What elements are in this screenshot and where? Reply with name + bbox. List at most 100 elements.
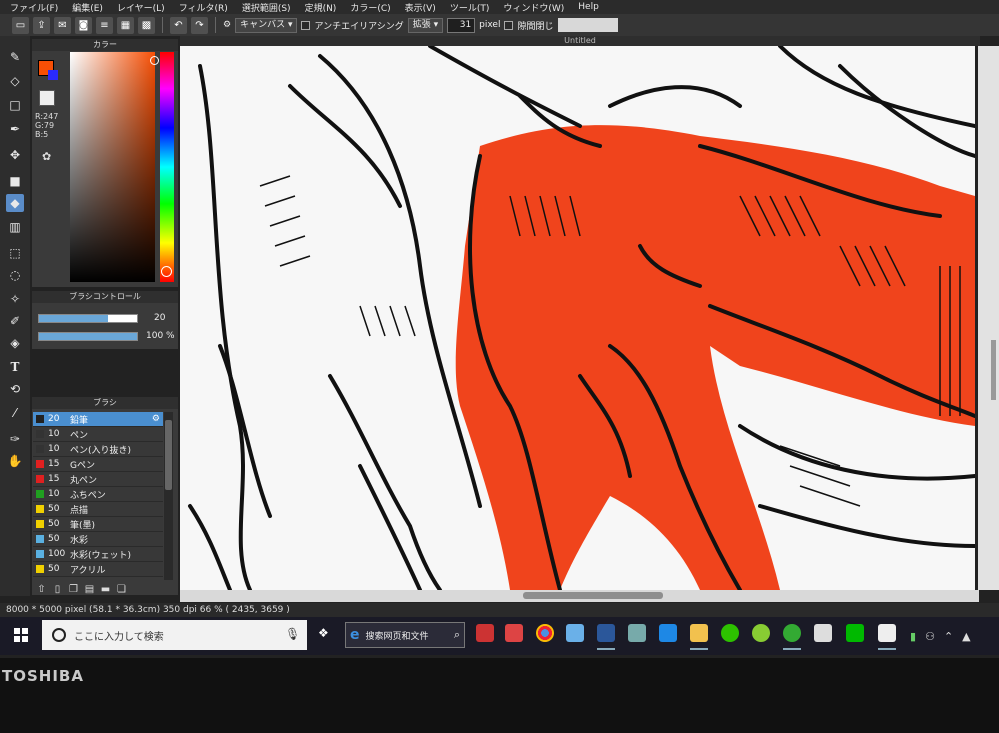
text-icon[interactable]: T	[6, 358, 24, 376]
dither-icon[interactable]: ▩	[138, 16, 155, 34]
hand-icon[interactable]: ✋	[6, 452, 24, 470]
duplicate-icon[interactable]: ❐	[68, 584, 79, 595]
comment-icon[interactable]: ◙	[75, 16, 92, 34]
brush-list-item[interactable]: 50 点描	[33, 502, 163, 517]
transparent-color-swatch[interactable]	[39, 90, 55, 106]
menu-window[interactable]: ウィンドウ(W)	[503, 1, 564, 14]
undo-icon[interactable]: ↶	[170, 16, 187, 34]
mail-icon[interactable]	[814, 624, 832, 642]
copy-icon[interactable]: ❏	[116, 584, 127, 595]
brush-list-item[interactable]: 15 Gペン	[33, 457, 163, 472]
square-icon[interactable]: □	[6, 96, 24, 114]
menu-view[interactable]: 表示(V)	[405, 1, 436, 14]
bucket-icon[interactable]: ◆	[6, 194, 24, 212]
secondary-color-swatch[interactable]	[48, 70, 58, 80]
grid-icon[interactable]: ▦	[117, 16, 134, 34]
menu-tool[interactable]: ツール(T)	[450, 1, 490, 14]
new-brush-icon[interactable]: ▯	[52, 584, 63, 595]
target-select[interactable]: キャンバス ▾	[235, 17, 298, 33]
app-icon-medibang[interactable]	[505, 624, 523, 642]
gap-close-checkbox[interactable]	[504, 20, 514, 30]
magic-wand-icon[interactable]: ✧	[6, 290, 24, 308]
lasso-icon[interactable]: ◌	[6, 266, 24, 284]
browser-green-icon[interactable]	[783, 624, 801, 642]
browser-search-box[interactable]: e 搜索网页和文件 ⌕	[345, 622, 465, 648]
line-icon[interactable]	[846, 624, 864, 642]
menu-select[interactable]: 選択範囲(S)	[242, 1, 291, 14]
picker-icon[interactable]: ⁄	[6, 404, 24, 422]
palette-icon[interactable]: ✿	[42, 150, 51, 163]
taskbar-search-box[interactable]: ここに入力して検索	[42, 620, 307, 650]
brush-list-item[interactable]: 10 ペン	[33, 427, 163, 442]
chrome-icon[interactable]	[536, 624, 554, 642]
network-icon[interactable]: ▲	[962, 630, 970, 643]
menu-file[interactable]: ファイル(F)	[10, 1, 58, 14]
paint-icon[interactable]	[628, 624, 646, 642]
brush-list-item[interactable]: 50 水彩	[33, 532, 163, 547]
brush-settings-icon[interactable]: ⚙	[152, 414, 160, 424]
app-icon-green[interactable]	[752, 624, 770, 642]
upload-icon[interactable]: ⇧	[36, 584, 47, 595]
app-icon-xpaint[interactable]	[659, 624, 677, 642]
brush-icon[interactable]: ✎	[6, 48, 24, 66]
hue-slider[interactable]	[160, 52, 174, 282]
brush-list-item[interactable]: 10 ペン(入り抜き)	[33, 442, 163, 457]
brush-list-item[interactable]: 20 鉛筆 ⚙	[33, 412, 163, 427]
saturation-value-picker[interactable]	[70, 52, 155, 282]
vertical-scrollbar-thumb[interactable]	[991, 340, 996, 400]
folder-icon[interactable]: ▬	[100, 584, 111, 595]
brush-scrollbar-thumb[interactable]	[165, 420, 172, 490]
taskbar-search-placeholder: ここに入力して検索	[74, 631, 164, 643]
gap-slider[interactable]	[557, 18, 618, 32]
brush-opacity-slider[interactable]	[38, 332, 138, 341]
move-icon[interactable]: ✥	[6, 146, 24, 164]
battery-icon[interactable]: ▮	[910, 630, 916, 643]
menu-filter[interactable]: フィルタ(R)	[179, 1, 228, 14]
transform-icon[interactable]: ⟲	[6, 380, 24, 398]
brush-list-item[interactable]: 50 アクリル	[33, 562, 163, 577]
gradient-icon[interactable]: ▥	[6, 218, 24, 236]
app-icon-red[interactable]	[476, 624, 494, 642]
wechat-icon[interactable]	[721, 624, 739, 642]
pen-icon[interactable]: ✒	[6, 120, 24, 138]
brush-list-item[interactable]: 100 水彩(ウェット)	[33, 547, 163, 562]
saturation-value-cursor[interactable]	[150, 56, 159, 65]
menu-ruler[interactable]: 定規(N)	[305, 1, 337, 14]
chat-icon[interactable]: ✉	[54, 16, 71, 34]
photos-icon[interactable]	[878, 624, 896, 642]
eraser-icon[interactable]: ◇	[6, 72, 24, 90]
drawing-canvas[interactable]	[180, 46, 975, 590]
fill-square-icon[interactable]: ■	[6, 172, 24, 190]
mode-select[interactable]: 拡張 ▾	[407, 17, 444, 33]
microphone-icon[interactable]: 🎙	[285, 627, 300, 641]
document-icon[interactable]: ▤	[84, 584, 95, 595]
size-input[interactable]: 31	[447, 17, 476, 33]
vertical-scrollbar[interactable]	[978, 46, 999, 590]
select-rect-icon[interactable]: ⬚	[6, 244, 24, 262]
menu-color[interactable]: カラー(C)	[350, 1, 390, 14]
windows-start-icon[interactable]	[14, 628, 28, 642]
select-pen-icon[interactable]: ✐	[6, 312, 24, 330]
menu-edit[interactable]: 編集(E)	[72, 1, 103, 14]
people-icon[interactable]: ⚇	[925, 630, 935, 643]
antialias-checkbox[interactable]	[301, 20, 311, 30]
open-file-icon[interactable]: ⇪	[33, 16, 50, 34]
horizontal-scrollbar-thumb[interactable]	[523, 592, 663, 599]
new-file-icon[interactable]: ▭	[12, 16, 29, 34]
app-icon-blue[interactable]	[566, 624, 584, 642]
brush-size-slider[interactable]	[38, 314, 138, 323]
file-explorer-icon[interactable]	[690, 624, 708, 642]
list-icon[interactable]: ≡	[96, 16, 113, 34]
menu-help[interactable]: Help	[578, 2, 599, 12]
select-eraser-icon[interactable]: ◈	[6, 334, 24, 352]
menu-layer[interactable]: レイヤー(L)	[117, 1, 165, 14]
tray-expand-icon[interactable]: ⌃	[944, 630, 953, 643]
hue-cursor[interactable]	[161, 266, 172, 277]
word-icon[interactable]	[597, 624, 615, 642]
brush-list-item[interactable]: 50 筆(墨)	[33, 517, 163, 532]
brush-list-item[interactable]: 10 ふちペン	[33, 487, 163, 502]
brush-list-item[interactable]: 15 丸ペン	[33, 472, 163, 487]
task-view-icon[interactable]: ❖	[318, 626, 334, 642]
dropper-icon[interactable]: ✑	[6, 430, 24, 448]
redo-icon[interactable]: ↷	[191, 16, 208, 34]
